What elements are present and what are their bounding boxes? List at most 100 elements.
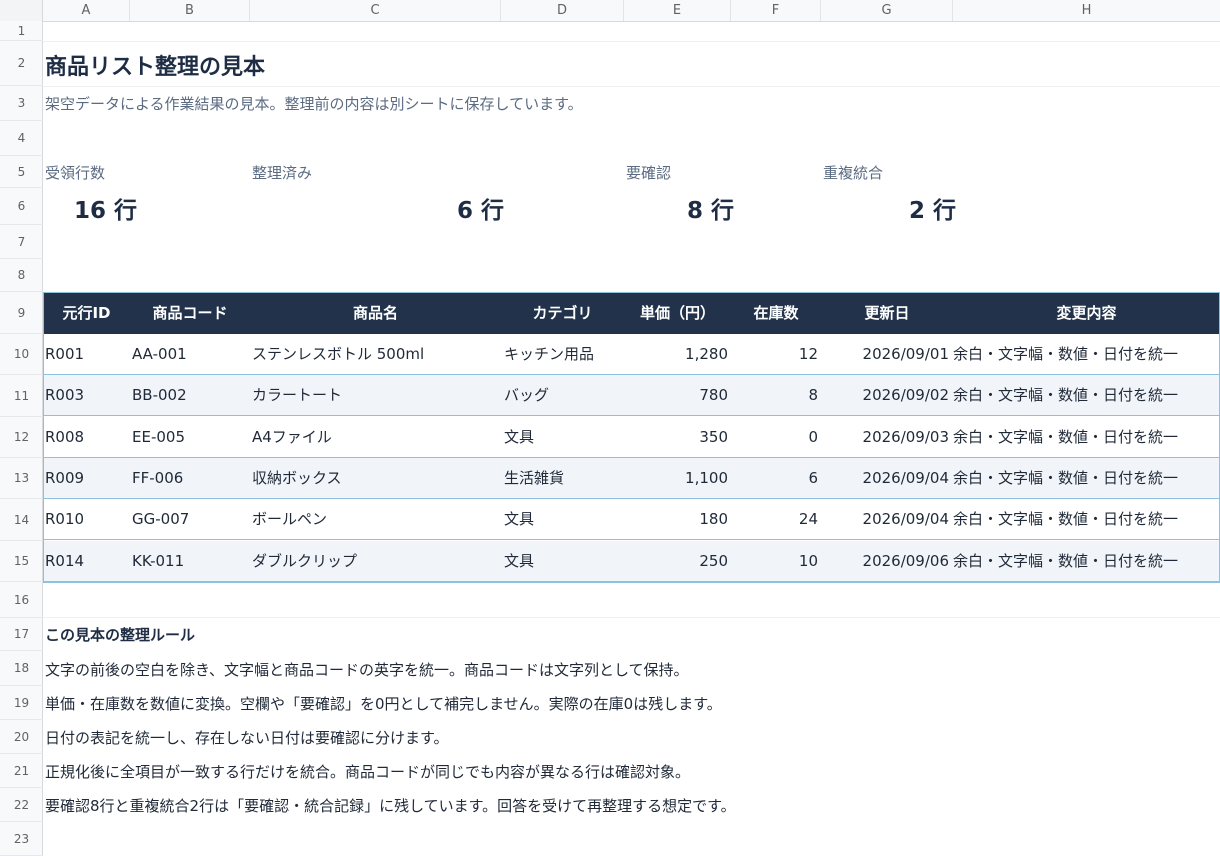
cell-unit-price[interactable]: 1,280: [624, 334, 728, 374]
column-header-h[interactable]: H: [953, 0, 1220, 21]
row-header-12[interactable]: 12: [0, 417, 43, 458]
table-row[interactable]: R010 GG-007 ボールペン 文具 180 24 2026/09/04 余…: [43, 499, 1220, 540]
row-header-23[interactable]: 23: [0, 822, 43, 856]
cell-stock[interactable]: 0: [731, 417, 818, 457]
cell-stock[interactable]: 10: [731, 541, 818, 581]
cell-row-id[interactable]: R008: [45, 417, 129, 457]
table-row[interactable]: R008 EE-005 A4ファイル 文具 350 0 2026/09/03 余…: [43, 417, 1220, 458]
row-header-9[interactable]: 9: [0, 292, 43, 334]
select-all-corner[interactable]: [0, 0, 43, 21]
row-header-15[interactable]: 15: [0, 541, 43, 582]
cell-changes[interactable]: 余白・文字幅・数値・日付を統一: [953, 417, 1219, 457]
row-header-4[interactable]: 4: [0, 121, 43, 156]
cell-row-id[interactable]: R009: [45, 458, 129, 498]
cell-stock[interactable]: 6: [731, 458, 818, 498]
table-header-product-code[interactable]: 商品コード: [130, 292, 250, 334]
cell-updated[interactable]: 2026/09/03: [821, 417, 949, 457]
cell-changes[interactable]: 余白・文字幅・数値・日付を統一: [953, 334, 1219, 374]
cell-updated[interactable]: 2026/09/06: [821, 541, 949, 581]
table-row[interactable]: R009 FF-006 収納ボックス 生活雑貨 1,100 6 2026/09/…: [43, 458, 1220, 499]
cell-stock[interactable]: 12: [731, 334, 818, 374]
cell-product-code[interactable]: EE-005: [132, 417, 248, 457]
row-header-6[interactable]: 6: [0, 188, 43, 225]
column-header-g[interactable]: G: [821, 0, 953, 21]
cell-row-id[interactable]: R003: [45, 375, 129, 415]
row-header-21[interactable]: 21: [0, 754, 43, 788]
cell-unit-price[interactable]: 1,100: [624, 458, 728, 498]
row-header-1[interactable]: 1: [0, 21, 43, 41]
cell-changes[interactable]: 余白・文字幅・数値・日付を統一: [953, 458, 1219, 498]
row-header-19[interactable]: 19: [0, 686, 43, 720]
cell-product-name[interactable]: 収納ボックス: [252, 458, 499, 498]
column-header-e[interactable]: E: [624, 0, 731, 21]
table-header-updated[interactable]: 更新日: [821, 292, 953, 334]
cell-changes[interactable]: 余白・文字幅・数値・日付を統一: [953, 375, 1219, 415]
column-header-d[interactable]: D: [501, 0, 624, 21]
cell-product-name[interactable]: A4ファイル: [252, 417, 499, 457]
cell-category[interactable]: 生活雑貨: [504, 458, 622, 498]
table-header-stock[interactable]: 在庫数: [731, 292, 821, 334]
cell-unit-price[interactable]: 180: [624, 499, 728, 539]
cell-unit-price[interactable]: 350: [624, 417, 728, 457]
row-header-16[interactable]: 16: [0, 582, 43, 618]
table-header-product-name[interactable]: 商品名: [250, 292, 501, 334]
row-header-17[interactable]: 17: [0, 618, 43, 651]
cell-unit-price[interactable]: 250: [624, 541, 728, 581]
cell-row-id[interactable]: R001: [45, 334, 129, 374]
sheet-subtitle: 架空データによる作業結果の見本。整理前の内容は別シートに保存しています。: [45, 95, 583, 113]
cell-row-id[interactable]: R010: [45, 499, 129, 539]
stat-merged-value: 2 行: [909, 198, 957, 224]
cell-updated[interactable]: 2026/09/04: [821, 458, 949, 498]
cell-row-id[interactable]: R014: [45, 541, 129, 581]
row-header-3[interactable]: 3: [0, 86, 43, 121]
table-header-row-id[interactable]: 元行ID: [43, 292, 130, 334]
cell-product-name[interactable]: カラートート: [252, 375, 499, 415]
spreadsheet: A B C D E F G H 1 2 3 4 5 6 7 8 9 10 11 …: [0, 0, 1220, 856]
cell-changes[interactable]: 余白・文字幅・数値・日付を統一: [953, 541, 1219, 581]
cell-category[interactable]: キッチン用品: [504, 334, 622, 374]
cell-updated[interactable]: 2026/09/04: [821, 499, 949, 539]
row-header-7[interactable]: 7: [0, 225, 43, 259]
column-header-b[interactable]: B: [130, 0, 250, 21]
column-header-c[interactable]: C: [250, 0, 501, 21]
cell-unit-price[interactable]: 780: [624, 375, 728, 415]
column-header-a[interactable]: A: [43, 0, 130, 21]
cell-product-code[interactable]: KK-011: [132, 541, 248, 581]
row-header-20[interactable]: 20: [0, 720, 43, 754]
cell-updated[interactable]: 2026/09/01: [821, 334, 949, 374]
row-header-13[interactable]: 13: [0, 458, 43, 499]
cell-category[interactable]: バッグ: [504, 375, 622, 415]
row-header-14[interactable]: 14: [0, 499, 43, 541]
row-header-11[interactable]: 11: [0, 375, 43, 417]
column-header-f[interactable]: F: [731, 0, 821, 21]
row-header-22[interactable]: 22: [0, 788, 43, 822]
table-row[interactable]: R003 BB-002 カラートート バッグ 780 8 2026/09/02 …: [43, 375, 1220, 416]
table-row[interactable]: R001 AA-001 ステンレスボトル 500ml キッチン用品 1,280 …: [43, 334, 1220, 375]
rule-item: 日付の表記を統一し、存在しない日付は要確認に分けます。: [45, 729, 449, 747]
sheet-grid[interactable]: 商品リスト整理の見本 架空データによる作業結果の見本。整理前の内容は別シートに保…: [43, 21, 1220, 856]
row-header-8[interactable]: 8: [0, 259, 43, 292]
row-header-2[interactable]: 2: [0, 41, 43, 86]
table-header-unit-price[interactable]: 単価（円）: [624, 292, 731, 334]
stat-cleaned-value: 6 行: [457, 198, 505, 224]
row-header-18[interactable]: 18: [0, 651, 43, 686]
cell-product-name[interactable]: ダブルクリップ: [252, 541, 499, 581]
cell-product-name[interactable]: ボールペン: [252, 499, 499, 539]
cell-changes[interactable]: 余白・文字幅・数値・日付を統一: [953, 499, 1219, 539]
cell-category[interactable]: 文具: [504, 499, 622, 539]
cell-category[interactable]: 文具: [504, 417, 622, 457]
cell-product-code[interactable]: AA-001: [132, 334, 248, 374]
cell-product-code[interactable]: GG-007: [132, 499, 248, 539]
row-header-10[interactable]: 10: [0, 334, 43, 375]
table-header-changes[interactable]: 変更内容: [953, 292, 1220, 334]
cell-updated[interactable]: 2026/09/02: [821, 375, 949, 415]
cell-stock[interactable]: 24: [731, 499, 818, 539]
cell-product-code[interactable]: BB-002: [132, 375, 248, 415]
table-row[interactable]: R014 KK-011 ダブルクリップ 文具 250 10 2026/09/06…: [43, 541, 1220, 582]
row-header-5[interactable]: 5: [0, 156, 43, 188]
cell-product-name[interactable]: ステンレスボトル 500ml: [252, 334, 499, 374]
cell-category[interactable]: 文具: [504, 541, 622, 581]
cell-product-code[interactable]: FF-006: [132, 458, 248, 498]
table-header-category[interactable]: カテゴリ: [501, 292, 624, 334]
cell-stock[interactable]: 8: [731, 375, 818, 415]
